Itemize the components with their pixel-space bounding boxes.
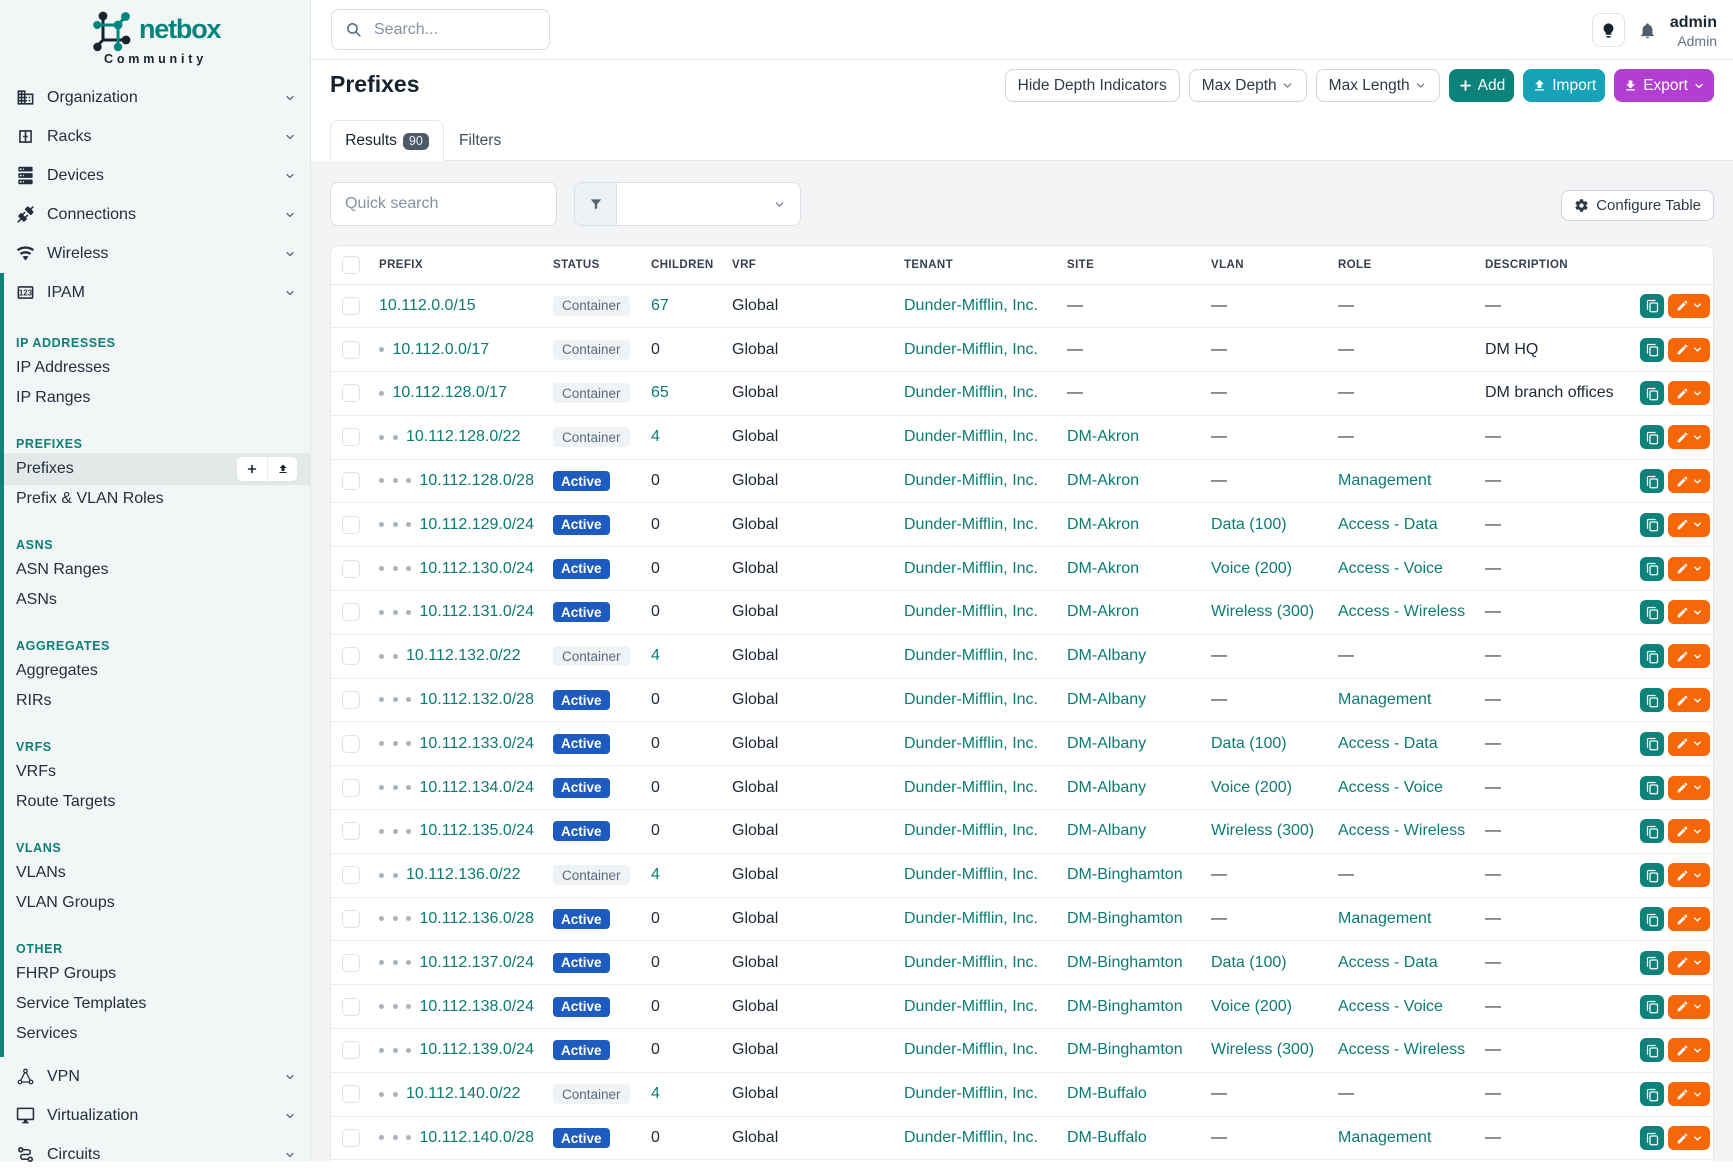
svg-text:123: 123 [19, 288, 33, 297]
